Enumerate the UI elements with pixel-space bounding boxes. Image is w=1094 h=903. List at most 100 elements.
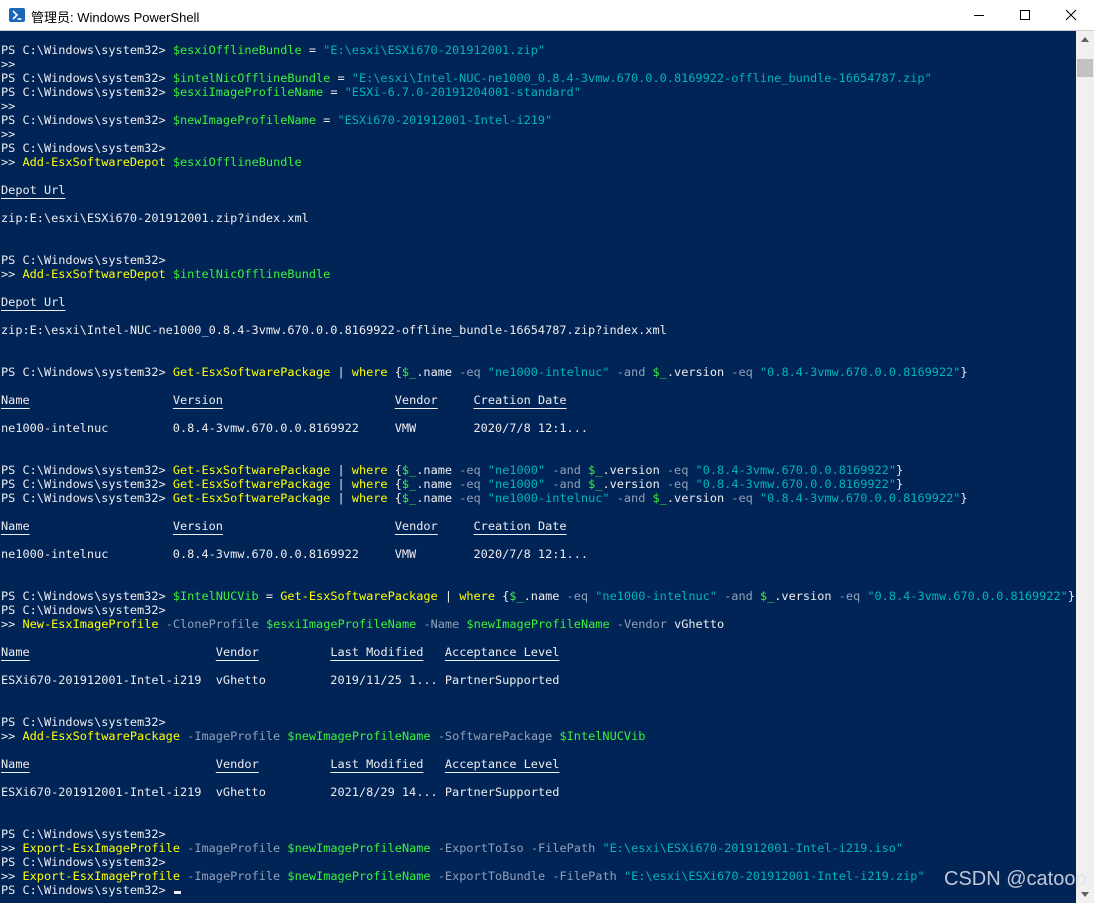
- console-text: .version: [666, 491, 732, 505]
- console-output[interactable]: PS C:\Windows\system32> $esxiOfflineBund…: [0, 31, 1076, 903]
- console-text: PS C:\Windows\system32>: [1, 855, 166, 869]
- console-text: {: [387, 365, 402, 379]
- console-text: "ESXi670-201912001-Intel-i219": [337, 113, 553, 127]
- console-text: -eq: [731, 365, 753, 379]
- console-text: $_: [401, 365, 417, 379]
- console-text: Get-EsxSoftwarePackage: [172, 477, 331, 491]
- console-text: {: [494, 589, 510, 603]
- scroll-thumb[interactable]: [1077, 59, 1093, 77]
- console-text: "0.8.4-3vmw.670.0.0.8169922": [695, 477, 896, 491]
- console-text: "ne1000-intelnuc": [487, 491, 610, 505]
- console-text: $intelNicOfflineBundle: [172, 267, 331, 281]
- console-text: Version: [172, 393, 223, 407]
- console-text: PS C:\Windows\system32>: [1, 477, 173, 491]
- console-text: {: [387, 491, 402, 505]
- console-text: $_: [401, 491, 417, 505]
- console-text: $newImageProfileName: [466, 617, 610, 631]
- console-text: "ne1000-intelnuc": [595, 589, 717, 603]
- console-text: $_: [509, 589, 524, 603]
- console-text: -ImageProfile: [187, 869, 281, 883]
- console-text: -Vendor: [616, 617, 667, 631]
- console-text: $_: [588, 463, 603, 477]
- console-text: ne1000-intelnuc 0.8.4-3vmw.670.0.0.81699…: [1, 547, 589, 561]
- console-line: PS C:\Windows\system32> $newImageProfile…: [1, 113, 1075, 127]
- console-text: }: [960, 365, 968, 379]
- console-text: "E:\esxi\ESXi670-201912001.zip": [323, 43, 546, 57]
- console-text: "0.8.4-3vmw.670.0.0.8169922": [759, 365, 961, 379]
- title-bar[interactable]: 管理员: Windows PowerShell: [0, 0, 1094, 31]
- close-button[interactable]: [1048, 0, 1094, 30]
- console-text: "ne1000": [487, 463, 546, 477]
- console-line: PS C:\Windows\system32>: [1, 715, 1075, 729]
- console-text: Acceptance Level: [444, 645, 560, 659]
- console-text: Last Modified: [330, 757, 424, 771]
- console-text: $esxiOfflineBundle: [172, 43, 302, 57]
- scroll-up-button[interactable]: [1076, 31, 1094, 48]
- console-text: PS C:\Windows\system32>: [1, 715, 166, 729]
- console-text: -eq: [666, 463, 689, 477]
- console-text: $esxiImageProfileName: [172, 85, 324, 99]
- console-line: PS C:\Windows\system32> $IntelNUCVib = G…: [1, 589, 1075, 603]
- console-line: PS C:\Windows\system32> $intelNicOffline…: [1, 71, 1075, 85]
- console-text: "0.8.4-3vmw.670.0.0.8169922": [867, 589, 1068, 603]
- console-line: >> Export-EsxImageProfile -ImageProfile …: [1, 869, 1075, 883]
- console-line: PS C:\Windows\system32> $esxiOfflineBund…: [1, 43, 1075, 57]
- text-cursor: [173, 891, 181, 894]
- maximize-button[interactable]: [1002, 0, 1048, 30]
- console-text: -FilePath: [552, 869, 617, 883]
- console-text: "E:\esxi\Intel-NUC-ne1000_0.8.4-3vmw.670…: [351, 71, 932, 85]
- console-text: where: [351, 491, 388, 505]
- console-text: Get-EsxSoftwarePackage: [172, 463, 331, 477]
- console-line: >> Add-EsxSoftwarePackage -ImageProfile …: [1, 729, 1075, 743]
- console-line: zip:E:\esxi\ESXi670-201912001.zip?index.…: [1, 211, 1075, 225]
- console-text: "0.8.4-3vmw.670.0.0.8169922": [695, 463, 896, 477]
- console-text: >>: [1, 729, 23, 743]
- console-text: .version: [602, 463, 667, 477]
- console-text: ESXi670-201912001-Intel-i219 vGhetto 201…: [1, 673, 560, 687]
- console-text: .name: [523, 589, 567, 603]
- console-text: ESXi670-201912001-Intel-i219 vGhetto 202…: [1, 785, 560, 799]
- console-line: >> Add-EsxSoftwareDepot $intelNicOffline…: [1, 267, 1075, 281]
- console-text: Vendor: [394, 393, 438, 407]
- console-text: Export-EsxImageProfile: [22, 869, 180, 883]
- console-text: where: [351, 477, 388, 491]
- console-text: >>: [1, 869, 23, 883]
- console-text: |: [330, 365, 352, 379]
- console-text: -FilePath: [530, 841, 596, 855]
- console-line: PS C:\Windows\system32>: [1, 603, 1075, 617]
- console-text: Vendor: [215, 645, 259, 659]
- console-text: Depot Url: [1, 295, 66, 309]
- console-text: -eq: [459, 365, 481, 379]
- console-text: -eq: [459, 477, 481, 491]
- console-text: PS C:\Windows\system32>: [1, 365, 173, 379]
- console-text: $IntelNUCVib: [559, 729, 646, 743]
- console-text: Get-EsxSoftwarePackage: [172, 491, 331, 505]
- console-text: -eq: [731, 491, 753, 505]
- console-text: PS C:\Windows\system32>: [1, 883, 173, 897]
- console-line: Name Version Vendor Creation Date: [1, 519, 1075, 533]
- vertical-scrollbar[interactable]: [1076, 31, 1094, 903]
- minimize-button[interactable]: [956, 0, 1002, 30]
- console-text: "ne1000-intelnuc": [487, 365, 610, 379]
- console-text: -and: [724, 589, 753, 603]
- console-text: ne1000-intelnuc 0.8.4-3vmw.670.0.0.81699…: [1, 421, 589, 435]
- console-line: ESXi670-201912001-Intel-i219 vGhetto 201…: [1, 673, 1075, 687]
- window-title: 管理员: Windows PowerShell: [31, 10, 200, 25]
- console-line: PS C:\Windows\system32>: [1, 883, 1075, 897]
- console-line: Depot Url: [1, 295, 1075, 309]
- console-line: PS C:\Windows\system32> Get-EsxSoftwareP…: [1, 491, 1075, 505]
- console-text: .version: [774, 589, 839, 603]
- console-text: Name: [1, 757, 30, 771]
- console-text: .name: [416, 477, 460, 491]
- console-text: >>: [1, 127, 16, 141]
